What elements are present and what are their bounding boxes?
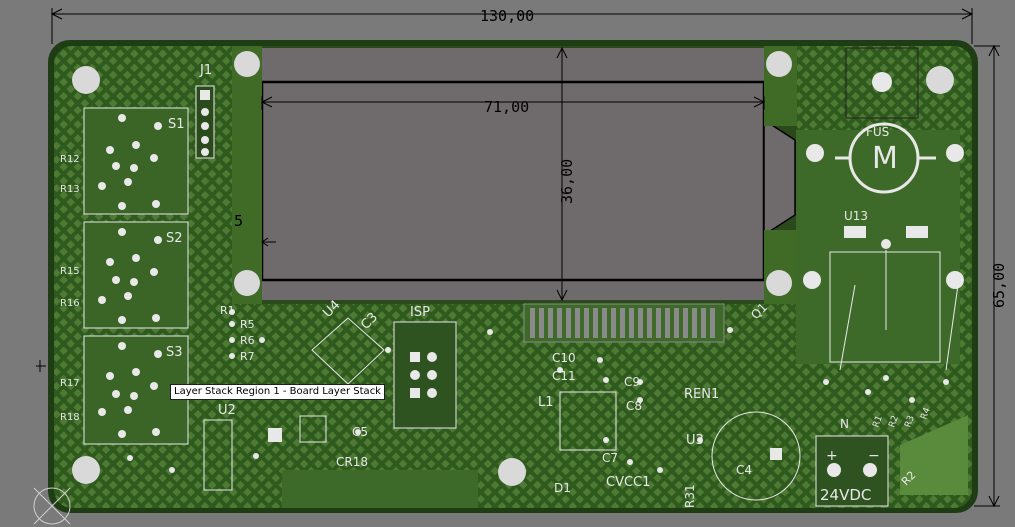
- designator-c10[interactable]: C10: [552, 351, 576, 365]
- designator-d1[interactable]: D1: [554, 481, 571, 495]
- fuse-pad: [872, 72, 892, 92]
- mounting-hole[interactable]: [766, 270, 792, 296]
- designator-fuse[interactable]: FUS: [866, 125, 889, 139]
- mounting-hole[interactable]: [234, 270, 260, 296]
- designator-r6[interactable]: R6: [240, 334, 255, 347]
- designator-u3[interactable]: U3: [686, 433, 704, 448]
- designator-u2[interactable]: U2: [218, 403, 236, 418]
- designator-wire[interactable]: N: [840, 417, 849, 431]
- power-plus[interactable]: +: [826, 448, 838, 464]
- designator-r13[interactable]: R13: [60, 184, 80, 195]
- designator-r12[interactable]: R12: [60, 154, 80, 165]
- designator-c4[interactable]: C4: [736, 463, 752, 477]
- display-connector: [763, 118, 796, 237]
- designator-motor[interactable]: M: [872, 141, 898, 176]
- designator-j1[interactable]: J1: [199, 63, 212, 78]
- designator-r16[interactable]: R16: [60, 298, 80, 309]
- ribbon-pad-row: [530, 308, 715, 338]
- designator-u13[interactable]: U13: [844, 209, 868, 223]
- designator-r5[interactable]: R5: [240, 318, 255, 331]
- mounting-hole[interactable]: [926, 66, 954, 94]
- mounting-hole[interactable]: [498, 458, 526, 486]
- designator-s3[interactable]: S3: [166, 345, 183, 360]
- designator-s2[interactable]: S2: [166, 231, 183, 246]
- cursor-marker: [36, 360, 46, 372]
- designator-c11[interactable]: C11: [552, 369, 576, 383]
- designator-r18[interactable]: R18: [60, 412, 80, 423]
- capacitor-pad: [770, 448, 782, 460]
- designator-c9[interactable]: C9: [624, 375, 640, 389]
- header-j1[interactable]: [195, 85, 215, 159]
- mounting-hole[interactable]: [234, 51, 260, 77]
- mounting-hole[interactable]: [766, 51, 792, 77]
- designator-s1[interactable]: S1: [168, 117, 185, 132]
- display-module[interactable]: [232, 46, 797, 304]
- isp-connector[interactable]: [393, 321, 457, 429]
- dim-height-label: 65,00: [990, 263, 1008, 308]
- display-left-rail: [232, 46, 262, 304]
- display-ribbon-pads[interactable]: [523, 303, 725, 343]
- dim-display-height-label: 36,00: [558, 159, 576, 204]
- designator-c7[interactable]: C7: [602, 451, 618, 465]
- isp-outline: [393, 321, 457, 429]
- designator-c8[interactable]: C8: [626, 399, 642, 413]
- designator-power[interactable]: 24VDC: [820, 486, 871, 504]
- designator-r15[interactable]: R15: [60, 266, 80, 277]
- mounting-hole[interactable]: [72, 66, 100, 94]
- power-minus[interactable]: −: [868, 448, 880, 464]
- pad: [268, 428, 282, 442]
- designator-r7[interactable]: R7: [240, 350, 255, 363]
- designator-r31[interactable]: R31: [683, 484, 697, 508]
- display-area: [262, 48, 764, 300]
- pcb-view[interactable]: J1 S1 S2 S3 R12 R13 R15 R16 R17 R18 R1 R…: [0, 0, 1015, 527]
- mounting-hole[interactable]: [72, 456, 100, 484]
- pcb-editor-canvas[interactable]: J1 S1 S2 S3 R12 R13 R15 R16 R17 R18 R1 R…: [0, 0, 1015, 527]
- designator-r17[interactable]: R17: [60, 378, 80, 389]
- designator-isp[interactable]: ISP: [410, 305, 430, 320]
- layer-stack-tooltip: Layer Stack Region 1 - Board Layer Stack: [170, 384, 385, 400]
- designator-c5[interactable]: C5: [352, 425, 368, 439]
- designator-cr18[interactable]: CR18: [336, 455, 368, 469]
- designator-r1[interactable]: R1: [220, 304, 235, 317]
- dim-display-width-label: 71,00: [484, 98, 529, 116]
- designator-ren1[interactable]: REN1: [684, 387, 719, 402]
- bottom-pad: [282, 470, 478, 508]
- dim-width-label: 130,00: [480, 7, 534, 25]
- designator-cvcc1[interactable]: CVCC1: [606, 475, 650, 490]
- designator-l1[interactable]: L1: [538, 395, 554, 410]
- dim-offset-label: 5: [234, 212, 243, 230]
